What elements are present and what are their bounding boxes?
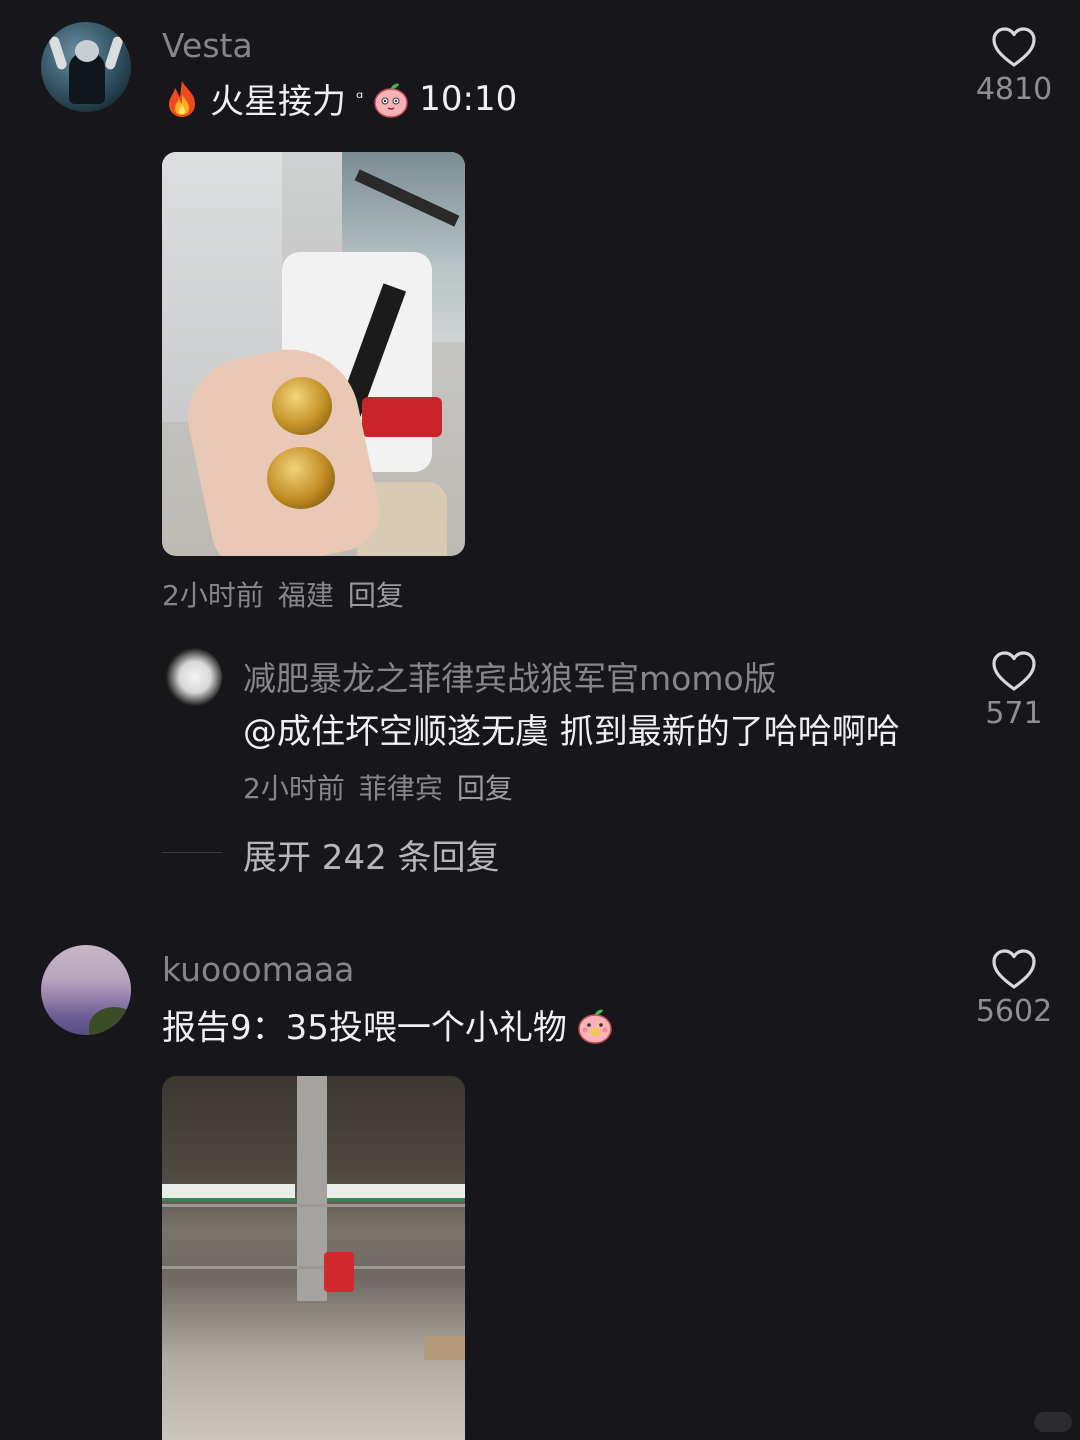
comment-text: 火星接力 ᵅ 10:10 <box>162 74 517 123</box>
comment-username[interactable]: kuooomaaa <box>162 950 354 989</box>
avatar-tree <box>89 1007 131 1035</box>
comment-text-superscript: ᵅ <box>356 88 364 109</box>
heart-icon[interactable] <box>991 26 1037 68</box>
comment-text-body: 报告9：35投喂一个小礼物 <box>162 1008 567 1048</box>
comment-feed: Vesta 火星接力 ᵅ 10:10 4810 2小时前 福建 回复 减肥暴龙之… <box>0 0 1080 1440</box>
like-group[interactable]: 4810 <box>959 26 1069 107</box>
reply-time: 2小时前 <box>243 772 345 805</box>
peach-face-emoji-icon <box>374 83 409 118</box>
avatar-figure-arm <box>103 35 125 71</box>
comment-time: 2小时前 <box>162 579 264 612</box>
photo-chocolate <box>267 447 335 509</box>
expand-replies-button[interactable]: 展开 242 条回复 <box>243 830 500 879</box>
comment-meta: 2小时前 福建 回复 <box>162 574 404 614</box>
like-count: 4810 <box>975 72 1053 107</box>
reply-button[interactable]: 回复 <box>348 574 404 614</box>
reply-location: 菲律宾 <box>358 772 443 805</box>
photo-rail <box>162 1204 465 1207</box>
expand-divider <box>162 852 222 853</box>
photo-rail <box>162 1266 465 1269</box>
reply-text: @成住坏空顺遂无虞 抓到最新的了哈哈啊哈 <box>243 712 900 752</box>
comment-location: 福建 <box>277 579 334 612</box>
fire-emoji-icon <box>169 80 195 117</box>
like-count: 571 <box>985 696 1043 731</box>
reply-avatar[interactable] <box>162 647 222 707</box>
photo-chocolate <box>272 377 332 435</box>
comment-username[interactable]: Vesta <box>162 26 253 65</box>
reply-button[interactable]: 回复 <box>457 767 513 807</box>
reply-meta: 2小时前 菲律宾 回复 <box>243 767 513 807</box>
watermark <box>1034 1412 1072 1432</box>
photo-sign <box>162 1184 295 1201</box>
like-count: 5602 <box>975 994 1053 1029</box>
avatar-figure-head <box>75 40 99 62</box>
reply-like-group[interactable]: 571 <box>959 650 1069 731</box>
photo-sign <box>327 1184 465 1201</box>
heart-icon[interactable] <box>991 948 1037 990</box>
peach-hug-emoji-icon <box>578 1009 612 1044</box>
avatar-figure-arm <box>47 35 69 71</box>
photo-red-bag <box>362 397 442 437</box>
comment-text-body: 火星接力 <box>210 82 346 122</box>
avatar[interactable] <box>41 22 131 112</box>
photo-bench <box>424 1336 465 1360</box>
reply-username[interactable]: 减肥暴龙之菲律宾战狼军官momo版 <box>243 652 777 700</box>
like-group[interactable]: 5602 <box>959 948 1069 1029</box>
avatar[interactable] <box>41 945 131 1035</box>
comment-text: 报告9：35投喂一个小礼物 <box>162 1000 615 1049</box>
comment-photo[interactable] <box>162 152 465 556</box>
heart-icon[interactable] <box>991 650 1037 692</box>
comment-photo[interactable] <box>162 1076 465 1440</box>
comment-text-time: 10:10 <box>419 78 518 119</box>
photo-red-bag <box>324 1252 354 1292</box>
